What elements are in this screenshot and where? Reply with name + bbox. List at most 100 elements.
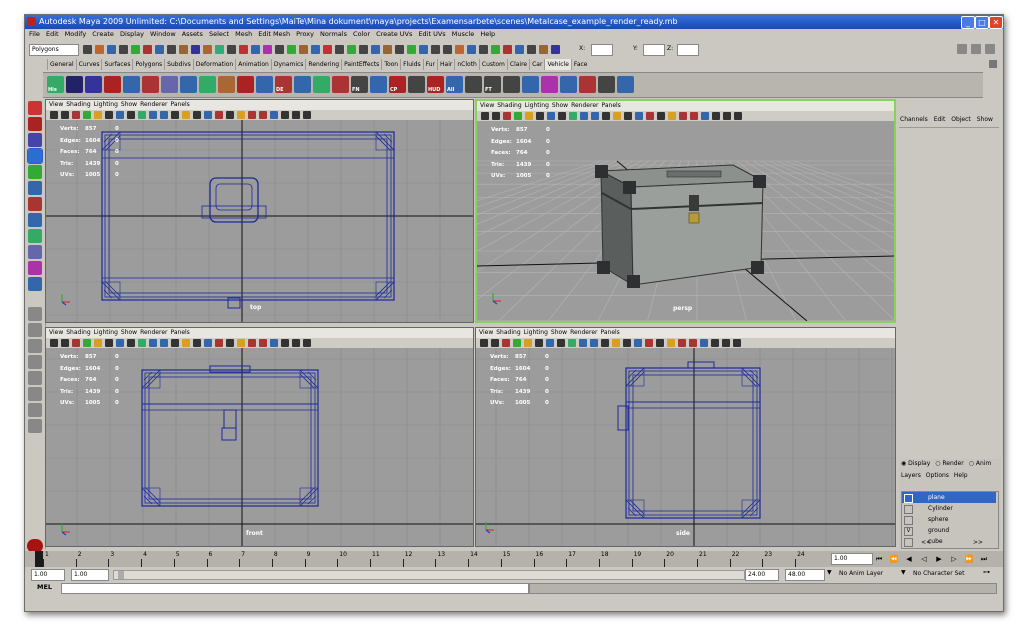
status-tool-icon[interactable] <box>203 45 212 54</box>
move-tool-icon[interactable] <box>27 148 43 164</box>
viewport-menu-renderer[interactable]: Renderer <box>140 101 167 108</box>
menu-normals[interactable]: Normals <box>320 30 347 38</box>
paint-icon[interactable] <box>28 261 42 275</box>
shelf-tab-car[interactable]: Car <box>529 59 544 70</box>
layout-hypershade-icon[interactable] <box>28 371 42 385</box>
viewport-tool-icon[interactable] <box>712 112 720 120</box>
viewport-tool-icon[interactable] <box>657 112 665 120</box>
viewport-tool-icon[interactable] <box>270 111 278 119</box>
viewport-menu-shading[interactable]: Shading <box>496 329 520 336</box>
viewport-tool-icon[interactable] <box>72 339 80 347</box>
soft-mod-icon[interactable] <box>28 213 42 227</box>
viewport-menu-lighting[interactable]: Lighting <box>525 102 549 109</box>
viewport-tool-icon[interactable] <box>580 112 588 120</box>
shelf-tool-icon[interactable] <box>199 76 216 93</box>
shelf-tool-icon[interactable] <box>579 76 596 93</box>
viewport-tool-icon[interactable] <box>116 111 124 119</box>
viewport-tool-icon[interactable] <box>182 111 190 119</box>
viewport-menu-panels[interactable]: Panels <box>600 329 619 336</box>
layer-row-ground[interactable]: V ground <box>902 525 996 536</box>
viewport-tool-icon[interactable] <box>480 339 488 347</box>
show-menu[interactable]: Show <box>977 116 993 123</box>
status-tool-icon[interactable] <box>215 45 224 54</box>
shelf-tool-icon[interactable] <box>256 76 273 93</box>
play-forwards-button[interactable]: ▶ <box>933 554 945 564</box>
viewport-tool-icon[interactable] <box>679 112 687 120</box>
viewport-menu-show[interactable]: Show <box>552 102 568 109</box>
viewport-tool-icon[interactable] <box>94 339 102 347</box>
status-tool-icon[interactable] <box>479 45 488 54</box>
shelf-tool-icon[interactable] <box>104 76 121 93</box>
shelf-tool-icon[interactable] <box>66 76 83 93</box>
viewport-tool-icon[interactable] <box>83 339 91 347</box>
viewport-tool-icon[interactable] <box>303 339 311 347</box>
viewport-menu-renderer[interactable]: Renderer <box>140 329 167 336</box>
viewport-tool-icon[interactable] <box>83 111 91 119</box>
status-tool-icon[interactable] <box>239 45 248 54</box>
viewport-tool-icon[interactable] <box>127 339 135 347</box>
anim-layer-dropdown[interactable]: No Anim Layer <box>837 569 899 579</box>
viewport-tool-icon[interactable] <box>711 339 719 347</box>
viewport-front[interactable]: View Shading Lighting Show Renderer Panels Ve… <box>45 327 474 547</box>
viewport-tool-icon[interactable] <box>656 339 664 347</box>
viewport-tool-icon[interactable] <box>182 339 190 347</box>
viewport-tool-icon[interactable] <box>557 339 565 347</box>
shelf-tab-deformation[interactable]: Deformation <box>192 59 235 70</box>
shelf-tool-icon[interactable] <box>522 76 539 93</box>
layout-persp-outliner-icon[interactable] <box>28 339 42 353</box>
viewport-side[interactable]: View Shading Lighting Show Renderer Panels Ve… <box>475 327 896 547</box>
viewport-tool-icon[interactable] <box>171 339 179 347</box>
render-radio-icon[interactable]: ○ <box>935 460 940 467</box>
viewport-menu-renderer[interactable]: Renderer <box>570 329 597 336</box>
viewport-tool-icon[interactable] <box>635 112 643 120</box>
viewport-menu-view[interactable]: View <box>49 329 63 336</box>
viewport-canvas[interactable]: Verts: 857 0 Edges: 1604 0 Faces: 764 0 Tris: 1439… <box>476 348 895 546</box>
shelf-tab-fur[interactable]: Fur <box>422 59 437 70</box>
visibility-toggle[interactable]: V <box>904 527 913 536</box>
status-tool-icon[interactable] <box>83 45 92 54</box>
menu-edit[interactable]: Edit <box>46 30 59 38</box>
status-tool-icon[interactable] <box>95 45 104 54</box>
menu-edit-uvs[interactable]: Edit UVs <box>418 30 445 38</box>
viewport-tool-icon[interactable] <box>72 111 80 119</box>
status-tool-icon[interactable] <box>107 45 116 54</box>
step-back-frame-button[interactable]: ◀ <box>903 554 915 564</box>
viewport-tool-icon[interactable] <box>547 112 555 120</box>
minimize-button[interactable]: _ <box>961 16 975 29</box>
viewport-tool-icon[interactable] <box>105 111 113 119</box>
status-tool-icon[interactable] <box>335 45 344 54</box>
help-menu[interactable]: Help <box>954 472 968 479</box>
shelf-tool-icon[interactable]: CP <box>389 76 406 93</box>
show-manip-icon[interactable] <box>28 277 42 291</box>
menu-modify[interactable]: Modify <box>65 30 87 38</box>
shelf-tab-painteffects[interactable]: PaintEffects <box>341 59 381 70</box>
play-backwards-button[interactable]: ◁ <box>918 554 930 564</box>
viewport-tool-icon[interactable] <box>700 339 708 347</box>
viewport-menu-show[interactable]: Show <box>551 329 567 336</box>
shelf-tool-icon[interactable] <box>332 76 349 93</box>
layout-custom-icon[interactable] <box>28 403 42 417</box>
status-tool-icon[interactable] <box>191 45 200 54</box>
viewport-menu-renderer[interactable]: Renderer <box>571 102 598 109</box>
shelf-tool-icon[interactable] <box>294 76 311 93</box>
viewport-tool-icon[interactable] <box>591 112 599 120</box>
anim-layer-arrow-icon[interactable]: ▼ <box>827 569 832 576</box>
shelf-tool-icon[interactable]: All <box>446 76 463 93</box>
shelf-tab-claire[interactable]: Claire <box>506 59 529 70</box>
menu-muscle[interactable]: Muscle <box>452 30 475 38</box>
viewport-tool-icon[interactable] <box>160 339 168 347</box>
viewport-tool-icon[interactable] <box>116 339 124 347</box>
status-tool-icon[interactable] <box>323 45 332 54</box>
viewport-top[interactable]: View Shading Lighting Show Renderer Panels Ve… <box>45 99 474 323</box>
maximize-button[interactable]: □ <box>975 16 989 29</box>
shelf-tool-icon[interactable] <box>142 76 159 93</box>
shelf-tab-face[interactable]: Face <box>570 59 590 70</box>
tab-render[interactable]: Render <box>942 460 963 467</box>
status-tool-icon[interactable] <box>155 45 164 54</box>
viewport-tool-icon[interactable] <box>237 339 245 347</box>
tab-anim[interactable]: Anim <box>976 460 991 467</box>
end-time-field[interactable]: 48.00 <box>785 569 825 581</box>
viewport-tool-icon[interactable] <box>602 112 610 120</box>
viewport-menu-shading[interactable]: Shading <box>66 101 90 108</box>
menu-proxy[interactable]: Proxy <box>296 30 314 38</box>
